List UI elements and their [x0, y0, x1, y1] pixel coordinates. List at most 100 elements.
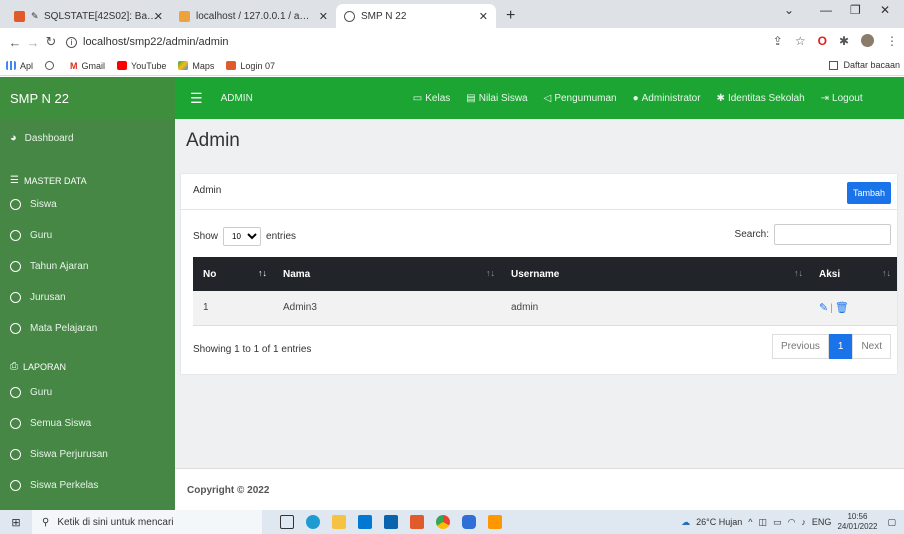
nav-administrator[interactable]: ● Administrator [633, 93, 701, 104]
xampp-icon[interactable] [410, 515, 424, 529]
divider: | [830, 303, 833, 315]
nav-kelas[interactable]: ▭ Kelas [413, 93, 450, 104]
circle-icon [10, 261, 21, 272]
nav-logout[interactable]: ⇥ Logout [821, 93, 863, 104]
nav-label: Administrator [641, 92, 701, 104]
tab-title: localhost / 127.0.0.1 / absensi2 / [196, 10, 311, 22]
sidebar-item-tahun-ajaran[interactable]: Tahun Ajaran [10, 261, 88, 272]
bookmark-apps[interactable]: Apl [6, 61, 33, 71]
bookmark-maps[interactable]: Maps [178, 61, 214, 71]
restore-icon[interactable]: ❐ [850, 3, 861, 17]
bookmark-login07[interactable]: Login 07 [226, 61, 275, 71]
nav-nilai-siswa[interactable]: ▤ Nilai Siswa [466, 93, 527, 104]
tab-smpn22[interactable]: SMP N 22 ✕ [336, 4, 496, 28]
sidebar-item-jurusan[interactable]: Jurusan [10, 292, 66, 303]
cell-nama: Admin3 [283, 302, 317, 314]
clock-date: 24/01/2022 [837, 522, 878, 531]
sidebar-item-laporan-guru[interactable]: Guru [10, 387, 52, 398]
sidebar-item-siswa-perkelas[interactable]: Siswa Perkelas [10, 480, 98, 491]
pagination: Previous 1 Next [771, 334, 891, 359]
extensions-icon[interactable]: ✱ [839, 34, 849, 48]
language-indicator[interactable]: ENG [812, 517, 832, 527]
store-icon[interactable] [358, 515, 372, 529]
system-tray: ☁ 26°C Hujan ^ ◫ ▭ ◠ ♪ ENG 10:56 24/01/2… [681, 510, 896, 534]
sidebar-item-semua-siswa[interactable]: Semua Siswa [10, 418, 91, 429]
volume-icon[interactable]: ♪ [801, 517, 806, 527]
wifi-icon[interactable]: ◠ [788, 517, 796, 528]
sort-icon: ↑↓ [882, 268, 891, 278]
minimize-icon[interactable]: — [820, 3, 832, 17]
column-label: No [203, 268, 217, 280]
notification-icon[interactable]: ▢ [887, 517, 896, 528]
app-blue-icon[interactable] [462, 515, 476, 529]
nav-identitas-sekolah[interactable]: ✱ Identitas Sekolah [717, 93, 805, 104]
column-header-username[interactable]: Username ↑↓ [501, 257, 809, 291]
clock[interactable]: 10:56 24/01/2022 [837, 512, 877, 532]
globe-icon [344, 10, 355, 22]
entries-select[interactable]: 10 [223, 227, 262, 246]
close-window-icon[interactable]: ✕ [880, 3, 890, 17]
entries-length: Show 10 entries [193, 227, 296, 246]
bookmark-gmail[interactable]: M Gmail [70, 61, 105, 71]
reading-list[interactable]: Daftar bacaan [829, 60, 900, 70]
back-icon[interactable]: ← [6, 35, 24, 50]
task-view-icon[interactable] [280, 515, 294, 529]
next-button[interactable]: Next [852, 334, 891, 359]
previous-button[interactable]: Previous [771, 334, 829, 359]
close-icon[interactable]: ✕ [479, 10, 488, 23]
column-header-nama[interactable]: Nama ↑↓ [273, 257, 501, 291]
battery-icon[interactable]: ▭ [773, 517, 782, 528]
edit-icon[interactable]: ✎ [819, 302, 828, 314]
user-icon: ● [632, 92, 639, 104]
sidebar-item-siswa[interactable]: Siswa [10, 199, 57, 210]
trash-icon[interactable]: 🗑 [835, 302, 849, 314]
edge-icon[interactable] [306, 515, 320, 529]
taskbar-search[interactable]: ⚲ Ketik di sini untuk mencari [32, 510, 262, 534]
weather-text[interactable]: 26°C Hujan [696, 517, 742, 527]
sidebar-item-siswa-perjurusan[interactable]: Siswa Perjurusan [10, 449, 108, 460]
database-icon: ☰ [10, 175, 19, 186]
copyright: Copyright © 2022 [187, 485, 270, 496]
forward-icon[interactable]: → [24, 35, 42, 50]
tab-search-icon[interactable]: ⌄ [784, 3, 794, 17]
windows-start-icon[interactable]: ⊞ [0, 510, 32, 534]
reload-icon[interactable]: ↻ [42, 34, 60, 50]
nav-pengumuman[interactable]: ◁ Pengumuman [544, 93, 617, 104]
column-header-aksi[interactable]: Aksi ↑↓ [809, 257, 897, 291]
file-explorer-icon[interactable] [332, 515, 346, 529]
bookmark-youtube[interactable]: YouTube [117, 61, 166, 71]
sublime-icon[interactable] [488, 515, 502, 529]
entries-label: entries [266, 231, 297, 242]
admin-menu-label[interactable]: ADMIN [221, 93, 253, 104]
tab-sqlstate[interactable]: ✎ SQLSTATE[42S02]: Base table ✕ [6, 4, 171, 28]
chrome-icon[interactable] [436, 515, 450, 529]
brand[interactable]: SMP N 22 [0, 77, 175, 119]
sidebar-item-guru[interactable]: Guru [10, 230, 52, 241]
close-icon[interactable]: ✕ [154, 10, 163, 23]
tab-phpmyadmin[interactable]: localhost / 127.0.0.1 / absensi2 / ✕ [171, 4, 336, 28]
mail-icon[interactable] [384, 515, 398, 529]
network-icon[interactable]: ◫ [759, 517, 768, 528]
new-tab-button[interactable]: + [496, 4, 525, 28]
chevron-up-icon[interactable]: ^ [748, 517, 752, 527]
sidebar-item-label: Mata Pelajaran [30, 323, 98, 334]
column-header-no[interactable]: No ↑↓ [193, 257, 273, 291]
opera-icon[interactable]: O [818, 34, 827, 48]
nav-label: ADMIN [220, 92, 253, 104]
add-button[interactable]: Tambah [846, 182, 891, 204]
sidebar-item-dashboard[interactable]: ◕ Dashboard [10, 132, 74, 144]
sidebar-item-mata-pelajaran[interactable]: Mata Pelajaran [10, 323, 97, 334]
search-input[interactable] [774, 224, 891, 245]
bookmark-globe[interactable] [45, 61, 58, 70]
more-icon[interactable]: ⋮ [886, 34, 898, 48]
card-header: Admin Tambah [181, 174, 897, 210]
share-icon[interactable]: ⇪ [773, 34, 783, 48]
page-1-button[interactable]: 1 [828, 334, 853, 359]
profile-avatar-icon[interactable] [861, 34, 874, 47]
close-icon[interactable]: ✕ [319, 10, 328, 23]
url-field[interactable]: i localhost/smp22/admin/admin [66, 36, 229, 48]
info-icon[interactable]: i [66, 36, 77, 48]
star-icon[interactable]: ☆ [795, 34, 806, 48]
menu-icon[interactable]: ☰ [190, 90, 203, 107]
nav-label: Kelas [425, 92, 451, 104]
